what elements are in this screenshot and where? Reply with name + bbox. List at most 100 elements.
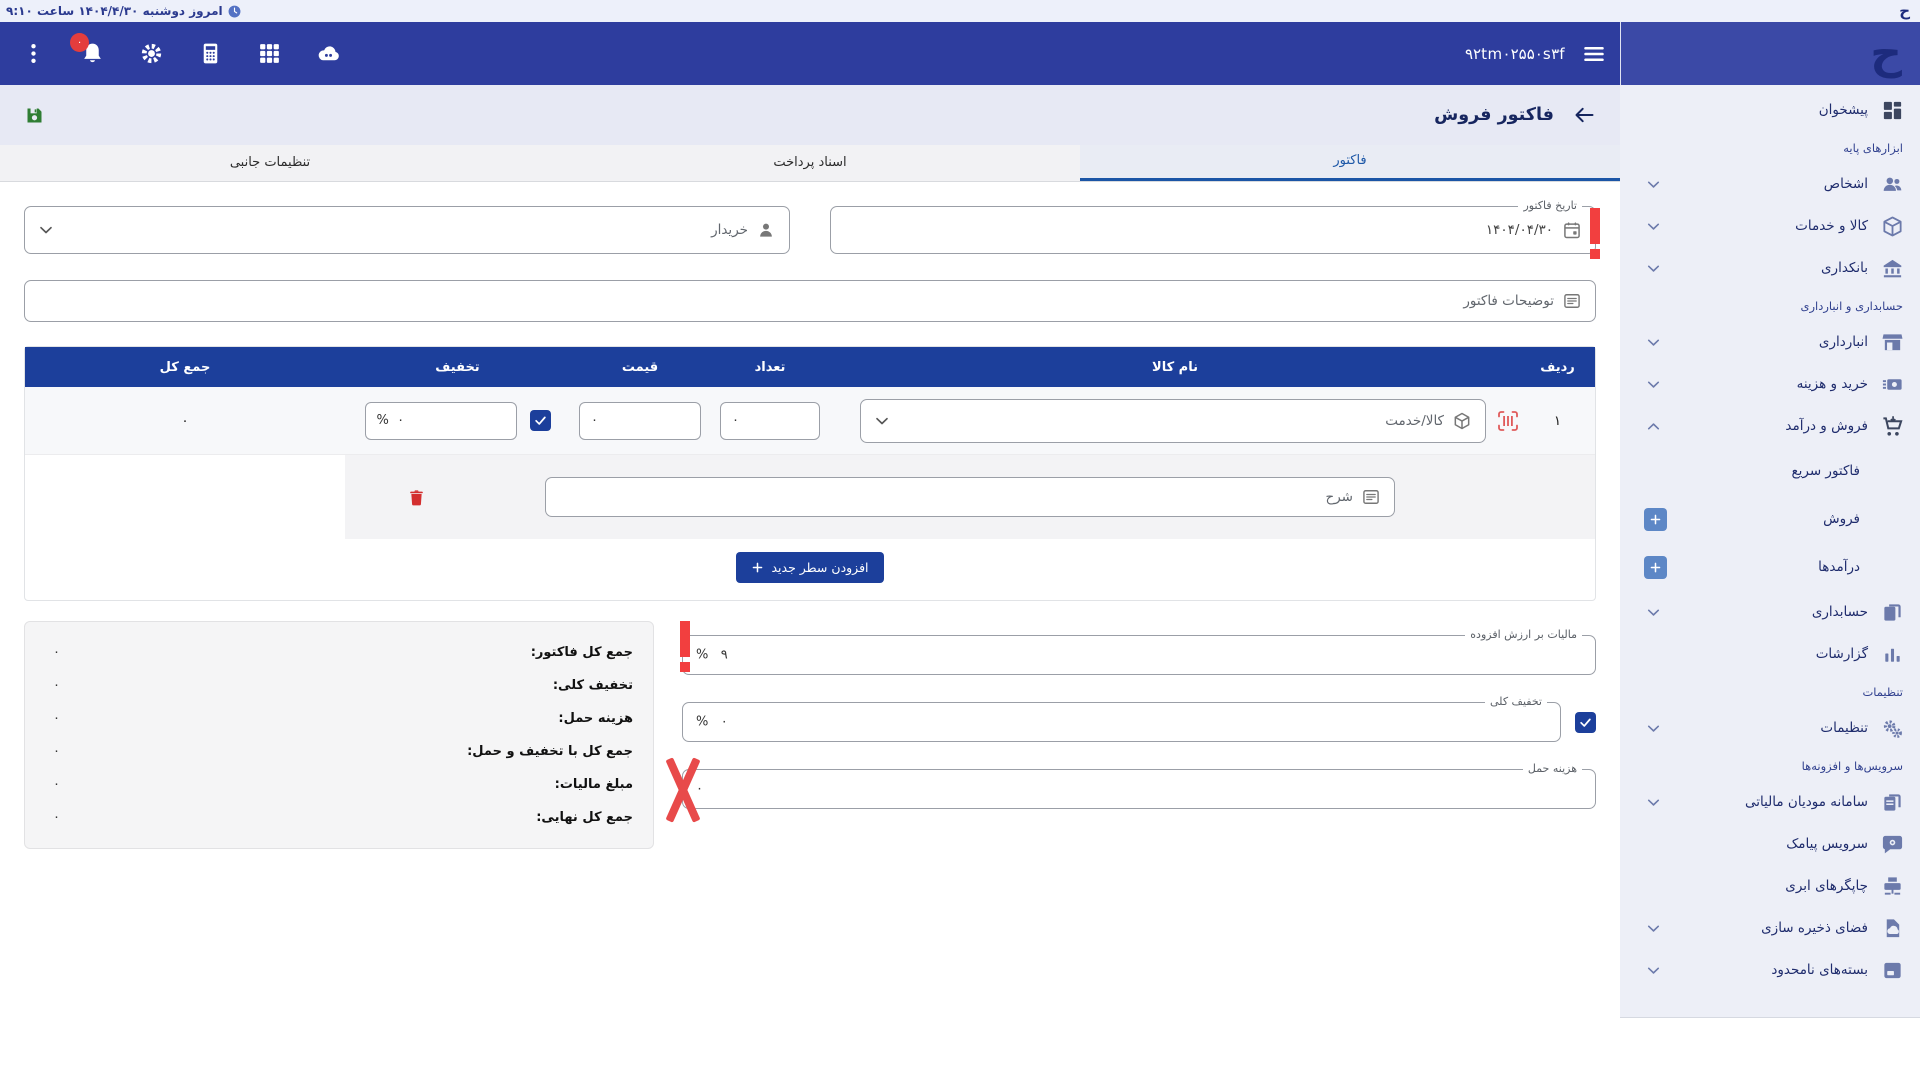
header-discount: تخفیف	[345, 360, 570, 375]
summary-label: جمع کل فاکتور:	[531, 645, 633, 660]
sidebar-item-storage[interactable]: فضای ذخیره سازی	[1620, 907, 1920, 949]
delete-row-icon[interactable]	[407, 488, 426, 507]
box3d-icon	[1881, 215, 1904, 238]
invoice-description-field[interactable]: توضیحات فاکتور	[24, 280, 1596, 322]
tab-side-settings[interactable]: تنظیمات جانبی	[0, 145, 540, 181]
sidebar-item-label: تنظیمات	[1663, 720, 1868, 736]
sidebar-item-chart[interactable]: گزارشات	[1620, 633, 1920, 675]
chevron-down-icon[interactable]	[1644, 259, 1663, 278]
more-options-icon[interactable]	[21, 41, 46, 66]
discount-percent-checkbox[interactable]	[530, 410, 551, 431]
quick-add-button[interactable]	[1644, 556, 1667, 579]
invoice-items-table: ردیف نام کالا تعداد قیمت تخفیف جمع کل ۱	[24, 346, 1596, 601]
invoice-form: تاریخ فاکتور ۱۴۰۴/۰۴/۳۰ خریدار	[0, 206, 1620, 849]
row-index: ۱	[1520, 413, 1595, 429]
chevron-down-icon[interactable]	[1644, 919, 1663, 938]
chart-icon	[1881, 643, 1904, 666]
sidebar-subitem-link[interactable]: فروش	[1620, 495, 1920, 543]
shipping-cost-field[interactable]: هزینه حمل ۰	[682, 769, 1596, 809]
chevron-down-icon[interactable]	[1644, 719, 1663, 738]
price-input[interactable]: ۰	[579, 402, 701, 440]
chevron-down-icon[interactable]	[1644, 793, 1663, 812]
discount-input[interactable]: % ۰	[365, 402, 517, 440]
invoice-date-value: ۱۴۰۴/۰۴/۳۰	[1486, 222, 1553, 238]
calendar-icon[interactable]	[1562, 220, 1582, 240]
product-select[interactable]: کالا/خدمت	[860, 399, 1486, 443]
sidebar-item-label: کالا و خدمات	[1663, 218, 1868, 234]
add-row-button[interactable]: افزودن سطر جدید	[736, 552, 883, 583]
quantity-input[interactable]: ۰	[720, 402, 820, 440]
sidebar-item-printer[interactable]: چاپگرهای ابری	[1620, 865, 1920, 907]
apps-grid-icon[interactable]	[257, 41, 282, 66]
sidebar-brand-area: ح	[1620, 22, 1920, 85]
sidebar-item-label: بانکداری	[1663, 260, 1868, 276]
hamburger-menu-icon[interactable]	[1581, 41, 1607, 67]
quick-add-button[interactable]	[1644, 508, 1667, 531]
sidebar-item-dashboard[interactable]: پیشخوان	[1620, 89, 1920, 131]
vat-field[interactable]: مالیات بر ارزش افزوده % ۹	[682, 635, 1596, 675]
overall-discount-field[interactable]: تخفیف کلی % ۰	[682, 702, 1561, 742]
sidebar-item-purchase[interactable]: خرید و هزینه	[1620, 363, 1920, 405]
overall-discount-checkbox[interactable]	[1575, 712, 1596, 733]
sidebar-item-cart[interactable]: فروش و درآمد	[1620, 405, 1920, 447]
summary-row: جمع کل نهایی: ۰	[45, 801, 633, 834]
cloud-icon[interactable]	[316, 41, 341, 66]
sidebar-item-package[interactable]: بسته‌های نامحدود	[1620, 949, 1920, 991]
back-arrow-icon[interactable]	[1572, 103, 1596, 127]
buyer-select[interactable]: خریدار	[24, 206, 790, 254]
sidebar-item-sms[interactable]: سرویس پیامک	[1620, 823, 1920, 865]
summary-value: ۰	[45, 777, 60, 792]
product-box-icon	[1452, 411, 1472, 431]
chevron-down-icon[interactable]	[1644, 333, 1663, 352]
sidebar-item-taxdoc[interactable]: سامانه مودیان مالیاتی	[1620, 781, 1920, 823]
chevron-down-icon[interactable]	[1644, 217, 1663, 236]
notifications-bell-icon[interactable]: ۰	[80, 41, 105, 66]
summary-value: ۰	[45, 744, 60, 759]
sidebar-subitem-label: درآمدها	[1667, 559, 1860, 575]
totals-fields: مالیات بر ارزش افزوده % ۹ تخفیف کلی % ۰ …	[682, 621, 1596, 836]
sidebar-item-people[interactable]: اشخاص	[1620, 163, 1920, 205]
invoice-date-field[interactable]: تاریخ فاکتور ۱۴۰۴/۰۴/۳۰	[830, 206, 1596, 254]
page-header: فاکتور فروش	[0, 85, 1620, 145]
calculator-icon[interactable]	[198, 41, 223, 66]
row-total-value: ۰	[25, 413, 345, 429]
sidebar-section-label: سرویس‌ها و افزونه‌ها	[1620, 749, 1920, 781]
header-price: قیمت	[570, 360, 710, 375]
item-note-row: شرح	[25, 455, 1595, 539]
gears-icon	[1881, 717, 1904, 740]
summary-label: تخفیف کلی:	[553, 678, 633, 693]
save-icon[interactable]	[24, 105, 45, 126]
dashboard-icon	[1881, 99, 1904, 122]
sidebar-item-box3d[interactable]: کالا و خدمات	[1620, 205, 1920, 247]
header-product-name: نام کالا	[830, 360, 1520, 375]
chevron-down-icon[interactable]	[1644, 175, 1663, 194]
gear-icon[interactable]	[139, 41, 164, 66]
sidebar-item-docs[interactable]: حسابداری	[1620, 591, 1920, 633]
sidebar-subitem-link[interactable]: فاکتور سریع	[1620, 447, 1920, 495]
storage-icon	[1881, 917, 1904, 940]
tab-invoice[interactable]: فاکتور	[1080, 145, 1620, 181]
item-note-field[interactable]: شرح	[545, 477, 1395, 517]
navbar-main: ۹۲tm۰۲۵۵۰s۳f ۰	[0, 22, 1620, 85]
sidebar-item-gears[interactable]: تنظیمات	[1620, 707, 1920, 749]
totals-summary-panel: جمع کل فاکتور: ۰ تخفیف کلی: ۰ هزینه حمل:…	[24, 621, 654, 849]
barcode-scan-icon[interactable]	[1496, 409, 1520, 433]
summary-label: جمع کل با تخفیف و حمل:	[467, 744, 633, 759]
summary-row: جمع کل با تخفیف و حمل: ۰	[45, 735, 633, 768]
printer-icon	[1881, 875, 1904, 898]
chevron-down-icon[interactable]	[1644, 603, 1663, 622]
chevron-down-icon[interactable]	[1644, 961, 1663, 980]
sidebar-item-store[interactable]: انبارداری	[1620, 321, 1920, 363]
notification-badge: ۰	[70, 33, 89, 52]
tab-payment-docs[interactable]: اسناد پرداخت	[540, 145, 1080, 181]
chevron-up-icon[interactable]	[1644, 417, 1663, 436]
sidebar-item-label: پیشخوان	[1644, 102, 1868, 118]
sidebar-subitem-link[interactable]: درآمدها	[1620, 543, 1920, 591]
items-table-header: ردیف نام کالا تعداد قیمت تخفیف جمع کل	[25, 347, 1595, 387]
tab-bar: فاکتور اسناد پرداخت تنظیمات جانبی	[0, 145, 1620, 182]
chevron-down-icon[interactable]	[1644, 375, 1663, 394]
sidebar-item-bag[interactable]: بازار افزونه‌ها	[1620, 1017, 1920, 1018]
sidebar-item-bank[interactable]: بانکداری	[1620, 247, 1920, 289]
overall-discount-label: تخفیف کلی	[1485, 695, 1547, 708]
docs-icon	[1881, 601, 1904, 624]
